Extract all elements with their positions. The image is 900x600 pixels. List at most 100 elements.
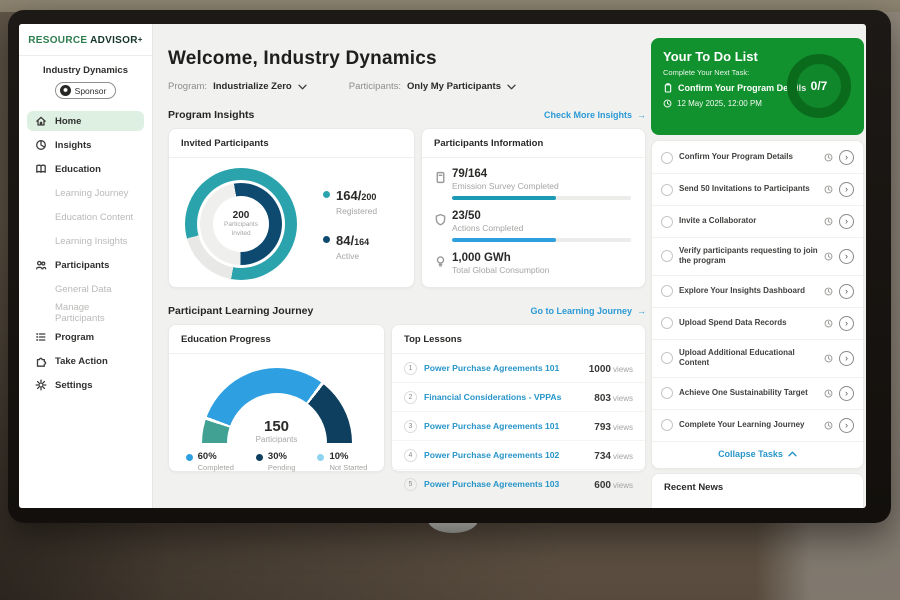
sidebar-item-label: Manage Participants — [55, 302, 136, 324]
education-progress-card: Education Progress 150 Participants — [168, 324, 385, 472]
legend-label: Registered — [336, 206, 377, 216]
collapse-tasks-link[interactable]: Collapse Tasks — [652, 442, 863, 467]
sidebar-item-label: Participants — [55, 260, 109, 271]
link-label: Check More Insights — [544, 110, 632, 120]
task-label[interactable]: Achieve One Sustainability Target — [679, 388, 818, 398]
legend-pct: 60% — [198, 451, 234, 462]
todo-due-label: 12 May 2025, 12:00 PM — [677, 99, 762, 108]
task-label[interactable]: Explore Your Insights Dashboard — [679, 286, 818, 296]
sidebar-item-education[interactable]: Education — [27, 159, 144, 179]
progress-fill — [452, 196, 556, 200]
legend-value: 164/ — [336, 188, 361, 203]
lesson-link[interactable]: Power Purchase Agreements 102 — [424, 450, 587, 460]
sidebar-item-label: General Data — [55, 284, 112, 295]
dashboard-screen: RESOURCE ADVISOR+ Industry Dynamics Spon… — [19, 24, 866, 508]
lesson-rank: 5 — [404, 478, 417, 491]
legend-total: 164 — [354, 237, 369, 247]
task-label[interactable]: Confirm Your Program Details — [679, 152, 818, 162]
clipboard-icon — [663, 83, 673, 93]
chevron-right-icon[interactable]: › — [839, 316, 854, 331]
program-filter-value: Industrialize Zero — [213, 81, 292, 92]
task-checkbox[interactable] — [661, 352, 673, 364]
task-checkbox[interactable] — [661, 387, 673, 399]
task-checkbox[interactable] — [661, 184, 673, 196]
task-label[interactable]: Send 50 Invitations to Participants — [679, 184, 818, 194]
sidebar-item-settings[interactable]: Settings — [27, 375, 144, 395]
legend-dot — [323, 236, 330, 243]
task-label[interactable]: Upload Spend Data Records — [679, 318, 818, 328]
task-label[interactable]: Verify participants requesting to join t… — [679, 246, 818, 267]
sidebar-item-general-data[interactable]: General Data — [27, 279, 144, 299]
take-action-icon — [35, 355, 47, 367]
task-row: Complete Your Learning Journey › — [652, 410, 863, 442]
task-checkbox[interactable] — [661, 216, 673, 228]
sidebar: RESOURCE ADVISOR+ Industry Dynamics Spon… — [19, 24, 153, 508]
task-checkbox[interactable] — [661, 250, 673, 262]
task-checkbox[interactable] — [661, 419, 673, 431]
stat-label: Total Global Consumption — [452, 265, 631, 275]
chevron-right-icon[interactable]: › — [839, 182, 854, 197]
sidebar-item-manage-participants[interactable]: Manage Participants — [27, 303, 144, 323]
todo-summary-card: Your To Do List Complete Your Next Task:… — [651, 38, 864, 135]
participants-filter[interactable]: Participants: Only My Participants — [349, 81, 516, 92]
chevron-right-icon[interactable]: › — [839, 284, 854, 299]
task-label[interactable]: Upload Additional Educational Content — [679, 348, 818, 369]
sponsor-badge[interactable]: Sponsor — [55, 82, 117, 99]
sidebar-item-label: Education Content — [55, 212, 133, 223]
sidebar-item-home[interactable]: Home — [27, 111, 144, 131]
program-filter[interactable]: Program: Industrialize Zero — [168, 81, 307, 92]
lesson-views-suffix: views — [613, 481, 633, 490]
donut-center-value: 200 — [233, 210, 250, 221]
chevron-right-icon[interactable]: › — [839, 214, 854, 229]
lesson-link[interactable]: Power Purchase Agreements 101 — [424, 421, 587, 431]
chevron-right-icon[interactable]: › — [839, 386, 854, 401]
sidebar-item-participants[interactable]: Participants — [27, 255, 144, 275]
lesson-link[interactable]: Financial Considerations - VPPAs — [424, 392, 587, 402]
arrow-right-icon: → — [637, 110, 646, 120]
education-icon — [35, 163, 47, 175]
task-checkbox[interactable] — [661, 285, 673, 297]
sidebar-item-learning-journey[interactable]: Learning Journey — [27, 183, 144, 203]
program-icon — [35, 331, 47, 343]
sidebar-item-program[interactable]: Program — [27, 327, 144, 347]
todo-progress-ring: 0/7 — [787, 54, 851, 118]
go-to-learning-journey-link[interactable]: Go to Learning Journey → — [530, 306, 646, 316]
check-more-insights-link[interactable]: Check More Insights → — [544, 110, 646, 120]
legend-registered: 164/200 Registered — [323, 187, 377, 216]
sidebar-item-take-action[interactable]: Take Action — [27, 351, 144, 371]
chevron-right-icon[interactable]: › — [839, 351, 854, 366]
lesson-row: 2 Financial Considerations - VPPAs 803vi… — [392, 383, 645, 412]
chevron-right-icon[interactable]: › — [839, 150, 854, 165]
legend-dot — [186, 454, 193, 461]
stat-value: 1,000 GWh — [452, 252, 631, 264]
lesson-views-suffix: views — [613, 423, 633, 432]
legend-completed: 60% Completed — [186, 451, 234, 472]
card-title: Participants Information — [422, 129, 645, 158]
donut-legend: 164/200 Registered 84/164 Active — [323, 187, 377, 261]
chevron-right-icon[interactable]: › — [839, 418, 854, 433]
settings-icon — [35, 379, 47, 391]
lesson-views: 803 — [594, 393, 611, 404]
lesson-views: 734 — [594, 451, 611, 462]
sidebar-item-education-content[interactable]: Education Content — [27, 207, 144, 227]
task-label[interactable]: Invite a Collaborator — [679, 216, 818, 226]
task-checkbox[interactable] — [661, 317, 673, 329]
task-row: Invite a Collaborator › — [652, 206, 863, 238]
recent-news-title: Recent News — [664, 482, 851, 493]
sidebar-item-learning-insights[interactable]: Learning Insights — [27, 231, 144, 251]
brand-advisor: ADVISOR — [90, 35, 138, 46]
legend-value: 84/ — [336, 233, 354, 248]
gauge-legend: 60% Completed 30% Pending — [169, 451, 384, 472]
card-title: Top Lessons — [392, 325, 645, 354]
invited-card-body: 200 Participants Invited 164/200 — [169, 158, 414, 280]
program-filter-label: Program: — [168, 81, 207, 92]
task-checkbox[interactable] — [661, 152, 673, 164]
task-label[interactable]: Complete Your Learning Journey — [679, 420, 818, 430]
lesson-link[interactable]: Power Purchase Agreements 101 — [424, 363, 582, 373]
sidebar-item-label: Home — [55, 116, 81, 127]
sidebar-item-insights[interactable]: Insights — [27, 135, 144, 155]
progress-fill — [452, 238, 556, 242]
lesson-link[interactable]: Power Purchase Agreements 103 — [424, 479, 587, 489]
chevron-right-icon[interactable]: › — [839, 249, 854, 264]
program-insights-header: Program Insights Check More Insights → — [168, 109, 646, 121]
